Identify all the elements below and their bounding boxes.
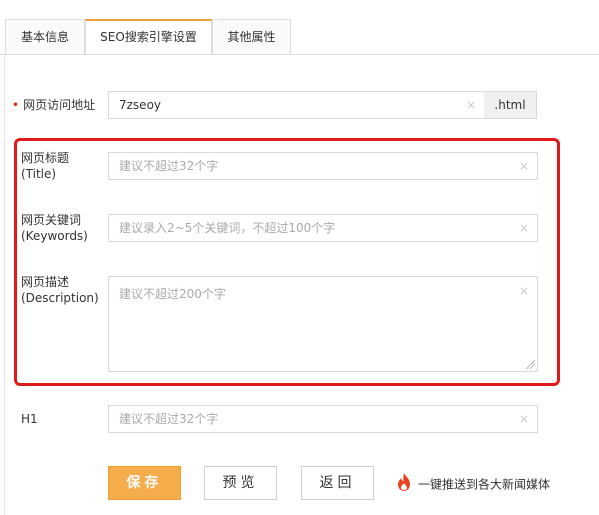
url-suffix: .html	[484, 91, 537, 119]
description-label-sub: (Description)	[21, 291, 99, 305]
push-label: 一键推送到各大新闻媒体	[418, 477, 551, 492]
tabs-divider	[0, 54, 599, 55]
h1-input-placeholder: 建议不超过32个字	[119, 412, 219, 426]
back-button[interactable]: 返回	[301, 466, 374, 500]
keywords-field-label: 网页关键词 (Keywords)	[21, 212, 88, 244]
required-mark: •	[12, 98, 20, 112]
url-field-label: • 网页访问地址	[12, 97, 95, 113]
title-field-label: 网页标题 (Title)	[21, 150, 69, 182]
h1-input[interactable]: 建议不超过32个字 ×	[108, 405, 538, 433]
save-button[interactable]: 保存	[108, 466, 181, 500]
top-strip	[0, 0, 599, 18]
h1-clear-icon[interactable]: ×	[519, 406, 529, 432]
url-label-text: 网页访问地址	[23, 98, 96, 112]
panel-border	[4, 55, 5, 515]
title-input-placeholder: 建议不超过32个字	[119, 159, 219, 173]
keywords-input[interactable]: 建议录入2~5个关键词，不超过100个字 ×	[108, 214, 538, 242]
title-label-text: 网页标题	[21, 151, 70, 165]
description-field-label: 网页描述 (Description)	[21, 274, 99, 306]
resize-grip-icon[interactable]	[525, 359, 535, 369]
url-clear-icon[interactable]: ×	[466, 92, 476, 118]
tab-other-attributes[interactable]: 其他属性	[212, 19, 291, 54]
keywords-clear-icon[interactable]: ×	[519, 215, 529, 241]
h1-field-label: H1	[21, 412, 38, 426]
push-to-media-link[interactable]: 一键推送到各大新闻媒体	[396, 472, 550, 498]
description-textarea[interactable]: 建议不超过200个字 ×	[108, 276, 538, 372]
title-clear-icon[interactable]: ×	[519, 153, 529, 179]
preview-button[interactable]: 预览	[204, 466, 277, 500]
url-input[interactable]: 7zseoy ×	[108, 91, 485, 119]
description-clear-icon[interactable]: ×	[519, 283, 529, 299]
keywords-label-sub: (Keywords)	[21, 229, 88, 243]
url-input-value: 7zseoy	[119, 98, 162, 112]
tab-basic-info[interactable]: 基本信息	[5, 19, 85, 54]
title-input[interactable]: 建议不超过32个字 ×	[108, 152, 538, 180]
keywords-input-placeholder: 建议录入2~5个关键词，不超过100个字	[119, 221, 336, 235]
description-placeholder: 建议不超过200个字	[119, 287, 226, 301]
title-label-sub: (Title)	[21, 167, 57, 181]
description-label-text: 网页描述	[21, 275, 70, 289]
keywords-label-text: 网页关键词	[21, 213, 82, 227]
tab-seo-settings[interactable]: SEO搜索引擎设置	[85, 19, 212, 55]
fire-icon	[396, 472, 412, 498]
